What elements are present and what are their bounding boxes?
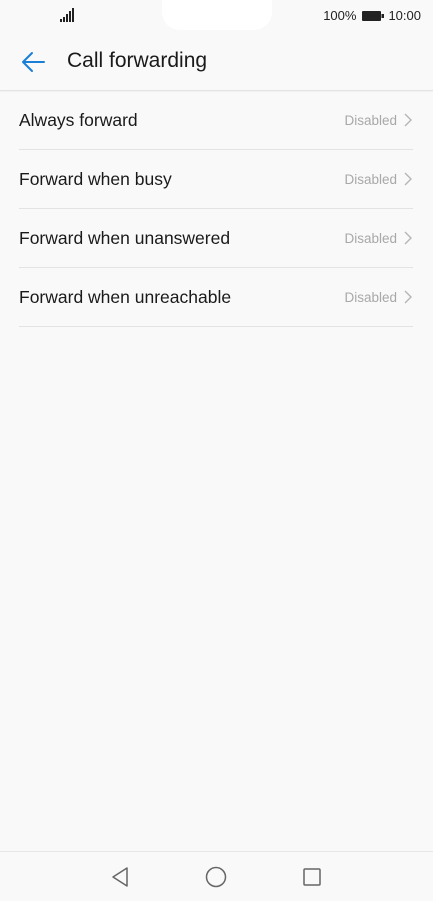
- list-item-label: Forward when unreachable: [19, 286, 232, 307]
- system-nav-bar: [0, 851, 433, 901]
- status-bar: 100% 10:00: [0, 0, 433, 34]
- list-item-label: Forward when busy: [19, 168, 172, 189]
- list-item-forward-when-unreachable[interactable]: Forward when unreachable Disabled: [19, 268, 413, 327]
- page-title: Call forwarding: [67, 49, 208, 72]
- status-value: Disabled: [344, 112, 397, 128]
- chevron-right-icon: [404, 290, 412, 304]
- nav-back-icon: [112, 867, 128, 887]
- list-item-label: Always forward: [19, 109, 138, 130]
- battery-icon: [362, 10, 385, 21]
- list-item-always-forward[interactable]: Always forward Disabled: [19, 91, 413, 150]
- list-item-status-group: Disabled: [344, 230, 413, 246]
- forwarding-options-list: Always forward Disabled Forward when bus…: [19, 91, 413, 327]
- status-value: Disabled: [344, 171, 397, 187]
- chevron-right-icon: [404, 113, 412, 127]
- nav-home-button[interactable]: [201, 862, 231, 892]
- arrow-left-icon: [22, 52, 45, 72]
- list-item-label: Forward when unanswered: [19, 227, 231, 248]
- back-button[interactable]: [14, 46, 52, 78]
- signal-icon: [60, 8, 74, 22]
- list-item-status-group: Disabled: [344, 171, 413, 187]
- chevron-right-icon: [404, 231, 412, 245]
- nav-recents-button[interactable]: [297, 862, 327, 892]
- list-item-forward-when-unanswered[interactable]: Forward when unanswered Disabled: [19, 209, 413, 268]
- nav-home-icon: [205, 866, 227, 888]
- camera-notch: [162, 0, 272, 30]
- status-right: 100% 10:00: [323, 8, 421, 23]
- status-value: Disabled: [344, 230, 397, 246]
- app-bar: Call forwarding: [0, 34, 433, 91]
- list-item-forward-when-busy[interactable]: Forward when busy Disabled: [19, 150, 413, 209]
- nav-back-button[interactable]: [105, 862, 135, 892]
- clock: 10:00: [388, 8, 421, 23]
- list-item-status-group: Disabled: [344, 112, 413, 128]
- list-item-status-group: Disabled: [344, 289, 413, 305]
- nav-recents-icon: [303, 868, 321, 886]
- chevron-right-icon: [404, 172, 412, 186]
- status-value: Disabled: [344, 289, 397, 305]
- battery-percent: 100%: [323, 8, 357, 23]
